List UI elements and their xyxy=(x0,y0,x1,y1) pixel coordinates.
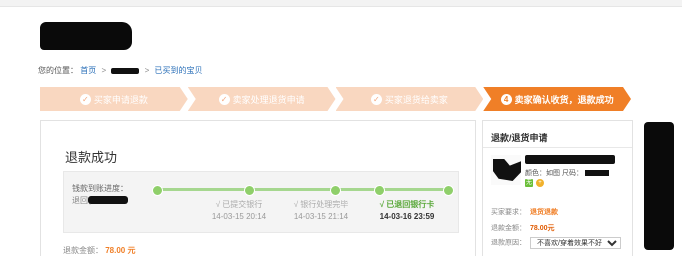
step-seller-handle: ✓ 卖家处理退货申请 xyxy=(188,87,336,111)
step-label: 买家退货给卖家 xyxy=(384,94,448,105)
sidebar-title: 退款/退货申请 xyxy=(491,133,548,143)
stage-label: √ 银行处理完毕 xyxy=(293,200,349,209)
stage-time: 14-03-15 21:14 xyxy=(293,212,349,221)
stage-label: √ 已提交银行 xyxy=(215,200,263,209)
refund-amount-row: 退款金额： 78.00元 xyxy=(491,223,555,233)
refund-reason-select[interactable]: 不喜欢/穿着效果不好 xyxy=(530,237,621,249)
step-label: 买家申请退款 xyxy=(93,94,148,105)
refund-progress-box: 钱款到账进度： 退回( √ 已提交银行 14-03-15 20:14 √ 银行处… xyxy=(63,171,459,233)
refund-amount-label: 退款金额： xyxy=(63,246,103,255)
badge-icon: 无 xyxy=(525,179,533,187)
progress-stage: √ 银行处理完毕 14-03-15 21:14 xyxy=(286,199,356,221)
attr-redacted xyxy=(584,170,609,177)
refund-reason-row: 退款原因： 不喜欢/穿着效果不好 xyxy=(491,237,621,249)
refund-status-panel: 退款成功 钱款到账进度： 退回( √ 已提交银行 14-03-15 20:14 … xyxy=(40,120,476,256)
product-attributes: 颜色：如图 尺码： xyxy=(525,168,609,178)
logo-redacted xyxy=(40,22,132,50)
breadcrumb-separator: > xyxy=(144,66,150,75)
divider xyxy=(483,147,632,148)
breadcrumb-separator: > xyxy=(101,66,107,75)
progress-dot xyxy=(152,185,163,196)
bank-redacted xyxy=(88,196,128,204)
buyer-request-row: 买家要求： 退货退款 xyxy=(491,207,558,217)
breadcrumb-current-link[interactable]: 已买到的宝贝 xyxy=(155,66,203,75)
check-icon: ✓ xyxy=(219,94,230,105)
stage-time: 14-03-15 20:14 xyxy=(211,212,267,221)
progress-dot xyxy=(374,185,385,196)
browser-top-strip xyxy=(0,0,682,7)
step-buyer-return: ✓ 买家退货给卖家 xyxy=(336,87,484,111)
breadcrumb: 您的位置： 首页 > > 已买到的宝贝 xyxy=(38,65,203,76)
step-label: 卖家处理退货申请 xyxy=(232,94,305,105)
row-value: 退货退款 xyxy=(530,209,558,216)
row-value: 78.00元 xyxy=(530,225,555,232)
right-edge-redacted xyxy=(644,122,674,250)
progress-dot xyxy=(244,185,255,196)
stage-time: 14-03-16 23:59 xyxy=(379,212,435,221)
product-name-redacted xyxy=(525,155,615,164)
step-label: 卖家确认收货，退款成功 xyxy=(514,94,614,105)
step-buyer-apply: ✓ 买家申请退款 xyxy=(40,87,188,111)
step-seller-confirm: 4 卖家确认收货，退款成功 xyxy=(483,87,631,111)
product-badges: 无 + xyxy=(525,179,544,187)
breadcrumb-prefix: 您的位置： xyxy=(38,66,78,75)
progress-label: 钱款到账进度： xyxy=(72,184,128,193)
badge-icon: + xyxy=(536,179,544,187)
check-icon: ✓ xyxy=(371,94,382,105)
progress-dot xyxy=(443,185,454,196)
refund-request-sidebar: 退款/退货申请 颜色：如图 尺码： 无 + 买家要求： 退货退款 退款金额： 78.… xyxy=(482,120,633,256)
check-icon: ✓ xyxy=(80,94,91,105)
stage-label: √ 已退回银行卡 xyxy=(379,200,435,209)
refund-step-bar: ✓ 买家申请退款 ✓ 卖家处理退货申请 ✓ 买家退货给卖家 4 卖家确认收货，退… xyxy=(40,87,631,111)
progress-track xyxy=(156,188,448,191)
page-title: 退款成功 xyxy=(65,150,118,165)
breadcrumb-home-link[interactable]: 首页 xyxy=(80,66,96,75)
breadcrumb-redacted xyxy=(111,67,140,74)
progress-stage: √ 已提交银行 14-03-15 20:14 xyxy=(204,199,274,221)
row-label: 退款原因： xyxy=(491,239,526,247)
refund-amount-value: 78.00 元 xyxy=(105,246,136,255)
progress-stage-current: √ 已退回银行卡 14-03-16 23:59 xyxy=(372,199,442,221)
refund-amount: 退款金额： 78.00 元 xyxy=(63,245,135,256)
progress-dot xyxy=(330,185,341,196)
product-attr-label: 颜色：如图 尺码： xyxy=(525,170,583,177)
row-label: 退款金额： xyxy=(491,225,526,232)
row-label: 买家要求： xyxy=(491,209,526,216)
step-number-icon: 4 xyxy=(501,94,512,105)
